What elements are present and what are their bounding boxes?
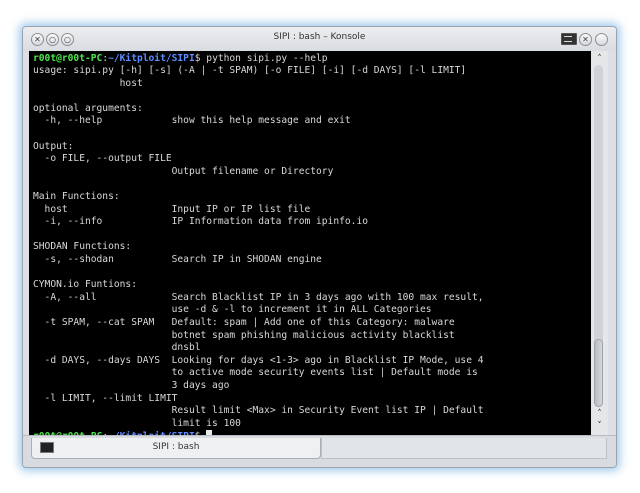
output-line: Main Functions: — [33, 191, 120, 202]
output-line: -l LIMIT, --limit LIMIT — [33, 392, 178, 404]
output-line: SHODAN Functions: — [33, 241, 132, 253]
keep-above-icon[interactable]: ✕ — [579, 33, 592, 46]
scroll-up-arrow-bottom-icon[interactable]: ˄ — [591, 408, 608, 420]
window-title: SIPI : bash – Konsole — [273, 32, 366, 42]
tab-bar: SIPI : bash — [23, 435, 616, 467]
title-bar[interactable]: ✕ ○ ○ SIPI : bash – Konsole ✕ — [23, 27, 616, 51]
scrollbar-thumb[interactable] — [594, 338, 603, 407]
prompt-user-host: r00t@r00t-PC — [33, 53, 103, 64]
scroll-down-arrow-icon[interactable]: ˅ — [591, 420, 608, 432]
output-line: -A, --all Search Blacklist IP in 3 days … — [33, 291, 484, 303]
output-line: host — [33, 77, 143, 89]
output-line: botnet spam phishing malicious activity … — [33, 329, 455, 341]
output-line: Result limit <Max> in Security Event lis… — [33, 405, 484, 417]
vertical-scrollbar[interactable]: ˄ ˄ ˅ — [591, 51, 608, 435]
output-line: limit is 100 — [33, 417, 241, 429]
output-line: -d DAYS, --days DAYS Looking for days <1… — [33, 354, 484, 366]
output-line: -o FILE, --output FILE — [33, 153, 172, 165]
konsole-window: ✕ ○ ○ SIPI : bash – Konsole ✕ r00t@r00t-… — [22, 26, 617, 468]
scroll-up-arrow-icon[interactable]: ˄ — [591, 53, 608, 65]
tab-label: SIPI : bash — [152, 442, 200, 452]
shade-icon[interactable] — [595, 33, 608, 46]
output-line: -h, --help show this help message and ex… — [33, 115, 351, 127]
command-text: python sipi.py --help — [200, 53, 328, 64]
window-menu-icon[interactable] — [561, 33, 577, 45]
output-line: -i, --info IP Information data from ipin… — [33, 216, 369, 228]
output-line: -s, --shodan Search IP in SHODAN engine — [33, 254, 322, 265]
tab-sipi-bash[interactable]: SIPI : bash — [31, 438, 321, 459]
output-line: usage: sipi.py [-h] [-s] (-A | -t SPAM) … — [33, 65, 467, 76]
output-line: Output filename or Directory — [33, 165, 334, 177]
output-line: Output: — [33, 140, 74, 152]
output-line: dnsbl — [33, 342, 201, 354]
output-line: to active mode security events list | De… — [33, 367, 478, 379]
output-line: 3 days ago — [33, 380, 230, 391]
terminal-display[interactable]: r00t@r00t-PC:~/Kitploit/SIPI$ python sip… — [29, 51, 591, 435]
output-line: -t SPAM, --cat SPAM Default: spam | Add … — [33, 317, 455, 328]
prompt-path: ~/Kitploit/SIPI — [108, 53, 195, 64]
output-line: optional arguments: — [33, 102, 143, 114]
scrollbar-track[interactable] — [594, 65, 603, 407]
tab-bar-empty-area[interactable] — [321, 438, 607, 459]
output-line: CYMON.io Funtions: — [33, 279, 137, 291]
prompt-line: r00t@r00t-PC:~/Kitploit/SIPI$ python sip… — [33, 53, 328, 65]
output-line: host Input IP or IP list file — [33, 203, 311, 215]
output-line: use -d & -l to increment it in ALL Categ… — [33, 304, 432, 316]
